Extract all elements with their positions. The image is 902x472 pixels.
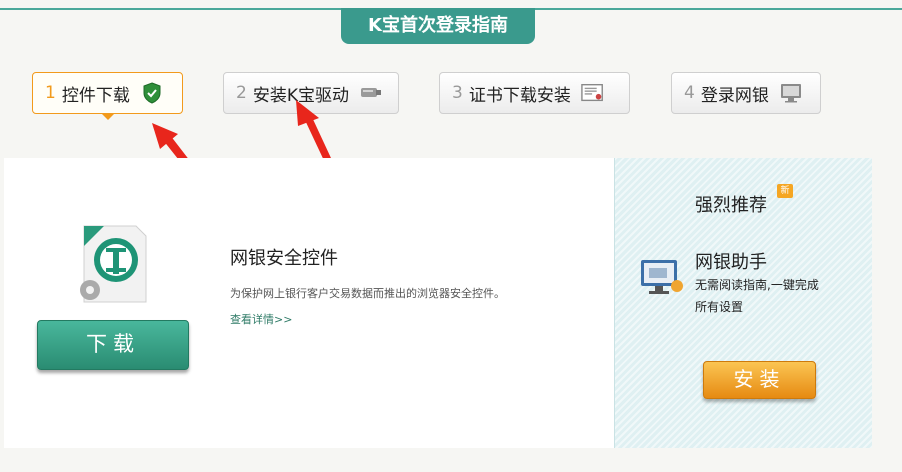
- security-control-icon: [74, 224, 158, 308]
- bank-helper-description: 无需阅读指南,一键完成所有设置: [695, 278, 819, 314]
- step-number: 4: [684, 83, 695, 103]
- step-label: 安装K宝驱动: [252, 85, 349, 106]
- view-details-link[interactable]: 查看详情>>: [230, 311, 292, 327]
- step-label: 证书下载安装: [468, 85, 571, 106]
- bank-helper-name: 网银助手: [695, 252, 767, 273]
- step-4-login-bank[interactable]: 4 登录网银: [671, 72, 821, 114]
- step-number: 1: [45, 83, 56, 103]
- download-button[interactable]: 下载: [37, 320, 189, 370]
- download-panel: 下载 网银安全控件 为保护网上银行客户交易数据而推出的浏览器安全控件。 查看详情…: [4, 158, 614, 448]
- recommend-title: 强烈推荐: [695, 195, 767, 216]
- step-label: 控件下载: [61, 85, 130, 106]
- certificate-icon: [581, 82, 605, 104]
- step-2-install-driver[interactable]: 2 安装K宝驱动: [223, 72, 399, 114]
- step-label: 登录网银: [700, 85, 769, 106]
- install-button[interactable]: 安装: [703, 361, 816, 399]
- usb-key-icon: [359, 82, 383, 104]
- step-number: 3: [452, 83, 463, 103]
- active-step-pointer: [101, 113, 115, 120]
- recommend-panel: 强烈推荐 新 网银助手 无需阅读指南,一键完成所有设置 安装: [614, 158, 872, 448]
- bank-helper-icon: [639, 256, 685, 300]
- monitor-icon: [779, 82, 803, 104]
- product-description: 为保护网上银行客户交易数据而推出的浏览器安全控件。: [230, 287, 505, 300]
- new-badge: 新: [777, 184, 793, 198]
- step-3-cert-install[interactable]: 3 证书下载安装: [439, 72, 630, 114]
- shield-icon: [140, 82, 164, 104]
- step-1-download-control[interactable]: 1 控件下载: [32, 72, 183, 114]
- product-name: 网银安全控件: [230, 248, 338, 269]
- step-number: 2: [236, 83, 247, 103]
- page-title: K宝首次登录指南: [341, 8, 535, 44]
